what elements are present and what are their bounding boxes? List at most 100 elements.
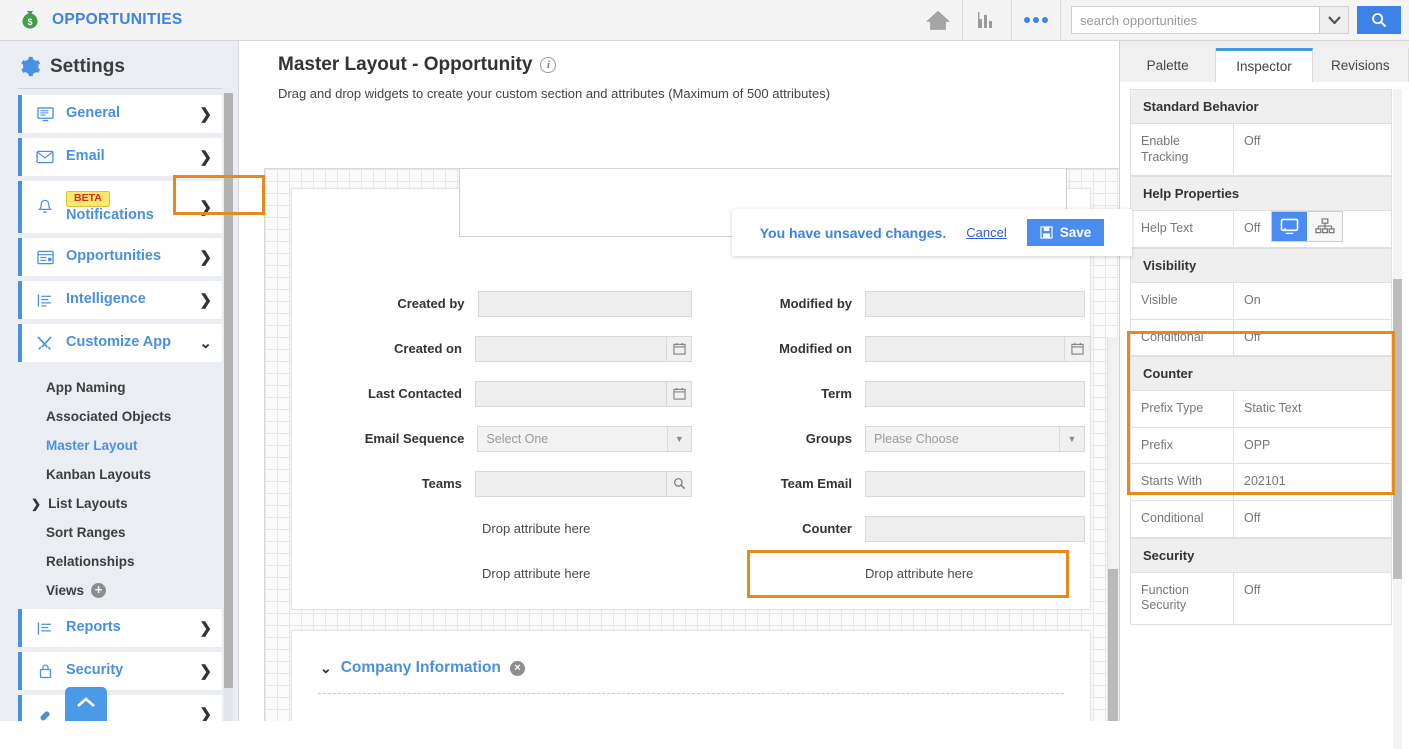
sidebar-item-reports[interactable]: Reports ❯ <box>18 609 222 647</box>
divider <box>18 88 222 89</box>
chevron-right-icon: ❯ <box>199 705 212 721</box>
property-value[interactable]: Off <box>1234 124 1391 175</box>
sidebar-subitem-master-layout[interactable]: Master Layout <box>46 431 238 460</box>
field-select-value[interactable]: Please Choose <box>865 426 1060 452</box>
sidebar-scrollbar-thumb[interactable] <box>224 93 233 688</box>
field-input[interactable] <box>865 516 1085 542</box>
field-input[interactable] <box>865 381 1085 407</box>
sidebar-item-email[interactable]: Email ❯ <box>18 138 222 176</box>
save-button-label: Save <box>1060 225 1092 240</box>
search-icon[interactable] <box>667 471 692 497</box>
field-counter[interactable]: Counter <box>692 516 1092 542</box>
sidebar-subitem-kanban-layouts[interactable]: Kanban Layouts <box>46 460 238 489</box>
field-modified-on[interactable]: Modified on <box>692 336 1092 362</box>
field-input[interactable] <box>475 381 667 407</box>
property-value[interactable]: OPP <box>1234 428 1391 464</box>
field-select-value[interactable]: Select One <box>477 426 667 452</box>
cancel-button[interactable]: Cancel <box>966 225 1006 240</box>
field-created-by[interactable]: Created by <box>292 291 692 317</box>
sidebar-item-label: Opportunities <box>66 249 161 264</box>
desktop-view-button[interactable] <box>1272 212 1307 241</box>
calendar-icon[interactable] <box>667 336 692 362</box>
tree-view-button[interactable] <box>1307 212 1342 241</box>
chevron-down-icon[interactable]: ⌄ <box>320 660 332 677</box>
field-groups[interactable]: Groups Please Choose ▼ <box>692 426 1092 452</box>
info-icon[interactable]: i <box>540 57 556 73</box>
property-value[interactable]: Off <box>1234 573 1391 624</box>
canvas-scrollbar-thumb[interactable] <box>1108 569 1118 721</box>
sidebar-subitem-sort-ranges[interactable]: Sort Ranges <box>46 518 238 547</box>
property-value[interactable]: Off <box>1234 320 1391 356</box>
search-input[interactable] <box>1071 6 1319 34</box>
field-input[interactable] <box>865 336 1065 362</box>
sidebar-item-general[interactable]: General ❯ <box>18 95 222 133</box>
field-created-on[interactable]: Created on <box>292 336 692 362</box>
sidebar-item-api[interactable]: API ❯ <box>18 695 222 721</box>
property-row[interactable]: Enable Tracking Off <box>1130 123 1392 176</box>
field-term[interactable]: Term <box>692 381 1092 407</box>
field-email-sequence[interactable]: Email Sequence Select One ▼ <box>292 426 692 452</box>
sidebar-subitem-views[interactable]: Views + <box>46 576 238 605</box>
more-dots-icon[interactable] <box>1012 0 1060 41</box>
property-row[interactable]: Prefix OPP <box>1130 427 1392 464</box>
field-teams[interactable]: Teams <box>292 471 692 497</box>
sidebar-item-intelligence[interactable]: Intelligence ❯ <box>18 281 222 319</box>
property-row[interactable]: Function Security Off <box>1130 572 1392 625</box>
lock-icon <box>34 663 56 679</box>
calendar-icon[interactable] <box>1065 336 1091 362</box>
field-input[interactable] <box>475 336 667 362</box>
property-value[interactable]: 202101 <box>1234 464 1391 500</box>
field-team-email[interactable]: Team Email <box>692 471 1092 497</box>
field-last-contacted[interactable]: Last Contacted <box>292 381 692 407</box>
save-button[interactable]: Save <box>1027 219 1105 246</box>
chevron-down-icon[interactable] <box>1319 6 1349 34</box>
field-input[interactable] <box>865 291 1085 317</box>
sidebar-item-notifications[interactable]: BETA Notifications ❯ <box>18 181 222 233</box>
brand[interactable]: $ OPPORTUNITIES <box>0 8 183 32</box>
home-icon[interactable] <box>914 0 962 41</box>
sidebar-subitem-associated-objects[interactable]: Associated Objects <box>46 402 238 431</box>
caret-down-icon[interactable]: ▼ <box>668 426 692 452</box>
caret-down-icon[interactable]: ▼ <box>1060 426 1085 452</box>
tab-inspector[interactable]: Inspector <box>1216 48 1312 82</box>
sidebar-item-opportunities[interactable]: Opportunities ❯ <box>18 238 222 276</box>
sidebar-subitem-relationships[interactable]: Relationships <box>46 547 238 576</box>
chart-icon[interactable] <box>963 0 1011 41</box>
sidebar-subitem-app-naming[interactable]: App Naming <box>46 373 238 402</box>
property-group-header: Standard Behavior <box>1130 89 1392 123</box>
property-row[interactable]: Help Text Off <box>1130 210 1392 248</box>
sidebar-item-label: Security <box>66 663 123 678</box>
floppy-disk-icon <box>1040 226 1053 239</box>
property-row[interactable]: Conditional Off <box>1130 319 1392 357</box>
add-view-icon[interactable]: + <box>91 583 106 598</box>
property-row[interactable]: Visible On <box>1130 282 1392 319</box>
calendar-icon[interactable] <box>667 381 692 407</box>
field-input[interactable] <box>865 471 1085 497</box>
inspector-scrollbar-thumb[interactable] <box>1393 279 1402 579</box>
close-icon[interactable]: × <box>510 661 525 676</box>
sidebar-item-security[interactable]: Security ❯ <box>18 652 222 690</box>
drop-zone-left-2[interactable]: Drop attribute here <box>292 566 692 581</box>
sidebar-item-customize-app[interactable]: Customize App ⌄ <box>18 324 222 362</box>
drop-zone-right[interactable]: Drop attribute here <box>692 566 1092 581</box>
tab-palette[interactable]: Palette <box>1120 48 1216 82</box>
scroll-to-top-button[interactable] <box>65 687 107 721</box>
property-row[interactable]: Conditional Off <box>1130 500 1392 538</box>
collapse-panel-button[interactable]: ❮ <box>264 412 265 456</box>
tab-revisions[interactable]: Revisions <box>1313 48 1409 82</box>
property-row[interactable]: Prefix Type Static Text <box>1130 390 1392 427</box>
property-row[interactable]: Starts With 202101 <box>1130 463 1392 500</box>
field-input[interactable] <box>475 471 667 497</box>
bell-icon <box>34 199 56 216</box>
section-header[interactable]: ⌄ Company Information × <box>292 631 1090 677</box>
drop-zone-left[interactable]: Drop attribute here <box>292 521 692 536</box>
property-value[interactable]: On <box>1234 283 1391 319</box>
field-label: Last Contacted <box>292 386 475 401</box>
company-information-section[interactable]: ⌄ Company Information × <box>291 630 1091 721</box>
field-modified-by[interactable]: Modified by <box>692 291 1092 317</box>
property-value[interactable]: Off <box>1234 501 1391 537</box>
search-button[interactable] <box>1357 6 1401 34</box>
property-value[interactable]: Static Text <box>1234 391 1391 427</box>
sidebar-subitem-list-layouts[interactable]: ❯ List Layouts <box>46 489 238 518</box>
field-input[interactable] <box>478 291 692 317</box>
